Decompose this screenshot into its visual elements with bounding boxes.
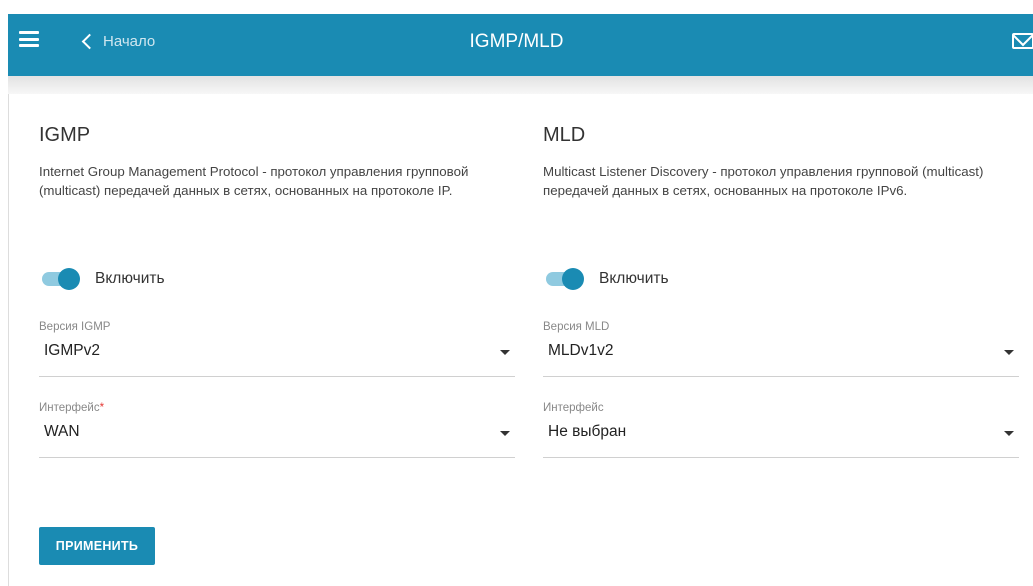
caret-down-icon [1004,431,1014,436]
mld-enable-toggle[interactable]: Включить [543,268,669,290]
igmp-version-label: Версия IGMP [39,321,111,333]
mld-interface-select[interactable]: Интерфейс Не выбран [543,402,1019,458]
field-underline [543,376,1019,377]
mld-version-label: Версия MLD [543,321,610,333]
igmp-interface-label-text: Интерфейс [39,402,100,414]
apply-button[interactable]: ПРИМЕНИТЬ [39,527,155,565]
igmp-toggle-switch[interactable] [42,268,80,290]
field-underline [543,457,1019,458]
content-border [8,94,9,586]
page-title: IGMP/MLD [469,31,564,52]
mld-toggle-switch[interactable] [546,268,584,290]
igmp-interface-value: WAN [44,423,80,440]
mail-icon[interactable] [1012,33,1033,49]
igmp-interface-label: Интерфейс* [39,402,515,414]
igmp-title: IGMP [39,124,91,146]
field-underline [39,376,515,377]
field-underline [39,457,515,458]
igmp-version-value: IGMPv2 [44,342,100,359]
mld-version-value: MLDv1v2 [548,342,614,359]
required-marker: * [99,402,105,414]
mld-version-select[interactable]: Версия MLD MLDv1v2 [543,321,1019,377]
mld-interface-label: Интерфейс [543,402,604,414]
mld-interface-value: Не выбран [548,423,627,440]
mld-section: MLD Multicast Listener Discovery - прото… [543,124,1019,458]
toggle-knob [562,268,584,290]
top-bar-shadow [8,76,1033,94]
igmp-description: Internet Group Management Protocol - про… [39,164,469,198]
igmp-enable-toggle[interactable]: Включить [39,268,165,290]
igmp-interface-select[interactable]: Интерфейс* WAN [39,402,515,458]
mld-title: MLD [543,124,586,146]
toggle-knob [58,268,80,290]
igmp-enable-label: Включить [95,270,165,287]
caret-down-icon [500,431,510,436]
mld-description: Multicast Listener Discovery - протокол … [543,164,984,198]
mld-enable-label: Включить [599,270,669,287]
igmp-version-select[interactable]: Версия IGMP IGMPv2 [39,321,515,377]
caret-down-icon [500,350,510,355]
caret-down-icon [1004,350,1014,355]
igmp-section: IGMP Internet Group Management Protocol … [39,124,515,458]
